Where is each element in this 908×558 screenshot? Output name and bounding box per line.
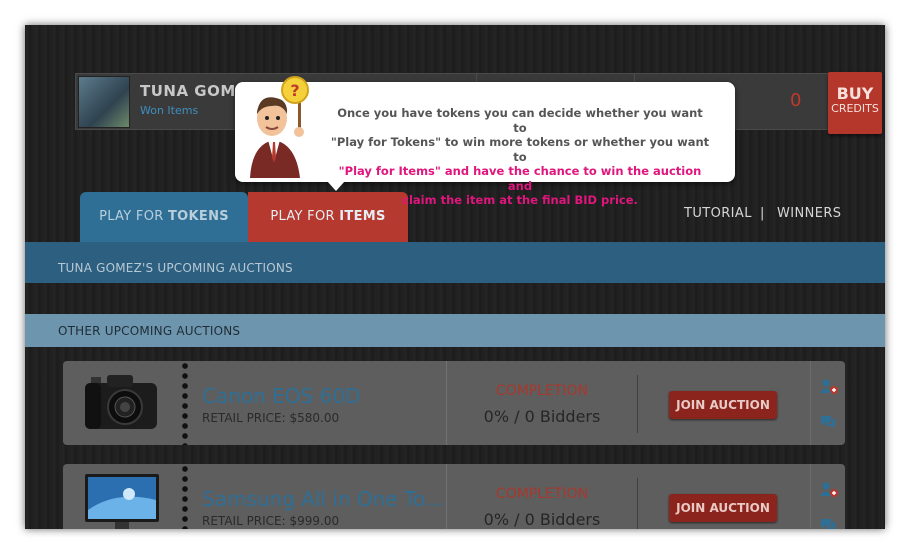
link-separator: | (760, 206, 765, 221)
auction-card: Samsung All in One To... RETAIL PRICE: $… (63, 464, 845, 529)
other-upcoming-auctions-header: OTHER UPCOMING AUCTIONS (25, 314, 885, 347)
mascot-icon: ? (250, 76, 309, 178)
comments-icon[interactable] (820, 415, 836, 429)
section-title: OTHER UPCOMING AUCTIONS (58, 324, 241, 338)
winners-link[interactable]: WINNERS (777, 206, 841, 221)
all-in-one-pc-image (85, 474, 159, 529)
completion-progress: 0% / 0 Bidders (483, 407, 601, 426)
auction-card: Canon EOS 60D RETAIL PRICE: $580.00 COMP… (63, 361, 845, 445)
completion-progress: 0% / 0 Bidders (483, 510, 601, 529)
tooltip-line: Once you have tokens you can decide whet… (337, 106, 703, 135)
svg-text:?: ? (290, 81, 299, 100)
divider (637, 375, 638, 433)
join-auction-button[interactable]: JOIN AUCTION (669, 391, 777, 419)
tab-play-for-tokens[interactable]: PLAY FOR TOKENS (80, 192, 248, 242)
join-auction-button[interactable]: JOIN AUCTION (669, 494, 777, 522)
tooltip-highlight-line: claim the item at the final BID price. (402, 193, 638, 207)
tooltip-text: Once you have tokens you can decide whet… (330, 106, 710, 208)
credits-label: CREDITS (831, 102, 879, 115)
tooltip-line: "Play for Tokens" to win more tokens or … (330, 135, 710, 164)
completion-label: COMPLETION (495, 383, 589, 399)
retail-price: RETAIL PRICE: $580.00 (202, 411, 340, 425)
retail-price: RETAIL PRICE: $999.00 (202, 514, 340, 528)
perforation (181, 361, 189, 445)
completion-label: COMPLETION (495, 486, 589, 502)
auction-title[interactable]: Samsung All in One To... (202, 487, 444, 511)
user-upcoming-auctions-header: TUNA GOMEZ'S UPCOMING AUCTIONS (25, 242, 885, 283)
buy-credits-button[interactable]: BUY CREDITS (828, 72, 882, 134)
card-actions (810, 361, 845, 445)
buy-label: BUY (836, 84, 874, 103)
add-user-icon[interactable] (820, 379, 838, 395)
tab-items-prefix: PLAY FOR (270, 209, 340, 224)
section-title: TUNA GOMEZ'S UPCOMING AUCTIONS (58, 261, 293, 275)
won-items-link[interactable]: Won Items (140, 104, 198, 117)
avatar[interactable] (78, 76, 130, 128)
credit-count: 0 (790, 90, 802, 111)
tab-tokens-bold: TOKENS (168, 209, 229, 224)
perforation (181, 464, 189, 529)
tab-tokens-prefix: PLAY FOR (99, 209, 168, 224)
divider (446, 361, 447, 445)
tab-items-bold: ITEMS (339, 209, 386, 224)
card-actions (810, 464, 845, 529)
tooltip-highlight-line: "Play for Items" and have the chance to … (338, 164, 702, 193)
add-user-icon[interactable] (820, 482, 838, 498)
tutorial-link[interactable]: TUTORIAL (684, 206, 752, 221)
divider (637, 478, 638, 529)
comments-icon[interactable] (820, 518, 836, 529)
auction-title[interactable]: Canon EOS 60D (202, 384, 360, 408)
camera-image (85, 375, 157, 429)
